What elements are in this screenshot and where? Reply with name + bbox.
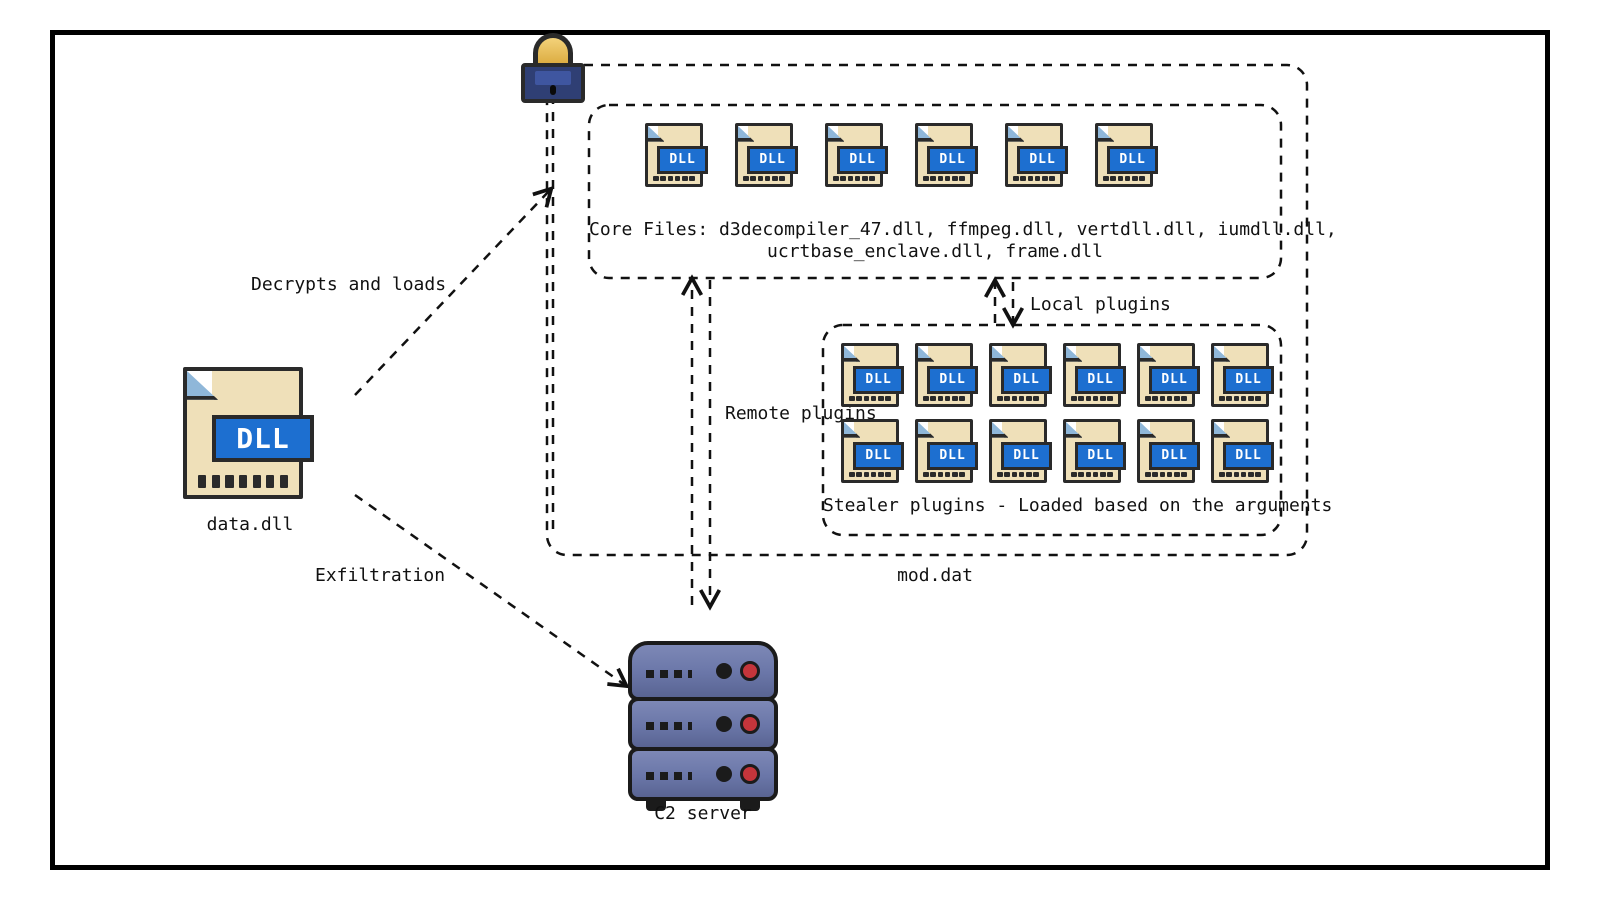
dll-badge: DLL — [927, 146, 978, 174]
dll-badge: DLL — [1223, 442, 1274, 470]
dll-badge: DLL — [1149, 442, 1200, 470]
padlock-icon — [521, 33, 585, 105]
edge-local-plugins-label: Local plugins — [1030, 294, 1171, 315]
dll-badge: DLL — [837, 146, 888, 174]
core-files-row: DLLDLLDLLDLLDLLDLL — [645, 123, 1153, 187]
dll-file-icon: DLL — [1095, 123, 1153, 187]
dll-file-icon: DLL — [1063, 343, 1121, 407]
dll-file-icon: DLL — [989, 343, 1047, 407]
dll-file-icon: DLL — [1063, 419, 1121, 483]
dll-badge: DLL — [1017, 146, 1068, 174]
dll-file-icon: DLL — [645, 123, 703, 187]
dll-badge: DLL — [1223, 366, 1274, 394]
dll-badge: DLL — [1001, 442, 1052, 470]
dll-file-icon: DLL — [915, 123, 973, 187]
dll-badge: DLL — [1149, 366, 1200, 394]
dll-file-icon: DLL — [841, 419, 899, 483]
dll-file-icon: DLL — [825, 123, 883, 187]
dll-badge: DLL — [853, 366, 904, 394]
dll-badge: DLL — [1001, 366, 1052, 394]
dll-badge: DLL — [657, 146, 708, 174]
dll-file-icon: DLL — [915, 343, 973, 407]
dll-badge: DLL — [1075, 366, 1126, 394]
dll-badge: DLL — [927, 366, 978, 394]
dll-file-icon: DLL — [841, 343, 899, 407]
dll-file-icon: DLL — [1137, 419, 1195, 483]
data-dll-label: data.dll — [185, 514, 315, 535]
stealer-caption: Stealer plugins - Loaded based on the ar… — [823, 495, 1281, 516]
core-files-caption-line1: Core Files: d3decompiler_47.dll, ffmpeg.… — [589, 219, 1281, 240]
core-files-caption-line2: ucrtbase_enclave.dll, frame.dll — [589, 241, 1281, 262]
dll-file-icon: DLL — [915, 419, 973, 483]
c2-server-icon — [628, 645, 778, 809]
data-dll-node: DLL — [183, 367, 303, 499]
dll-file-icon: DLL — [1211, 419, 1269, 483]
dll-badge: DLL — [212, 415, 314, 463]
dll-badge: DLL — [747, 146, 798, 174]
dll-file-icon: DLL — [989, 419, 1047, 483]
diagram-frame: DLL data.dll Decrypts and loads Exfiltra… — [50, 30, 1550, 870]
dll-file-icon: DLL — [1211, 343, 1269, 407]
dll-badge: DLL — [1107, 146, 1158, 174]
dll-badge: DLL — [1075, 442, 1126, 470]
dll-file-icon: DLL — [735, 123, 793, 187]
dll-file-icon: DLL — [183, 367, 303, 499]
dll-file-icon: DLL — [1137, 343, 1195, 407]
mod-dat-label: mod.dat — [845, 565, 1025, 586]
dll-badge: DLL — [927, 442, 978, 470]
stealer-row-1: DLLDLLDLLDLLDLLDLL — [841, 343, 1269, 407]
dll-file-icon: DLL — [1005, 123, 1063, 187]
edge-decrypt-label: Decrypts and loads — [251, 274, 446, 295]
stealer-row-2: DLLDLLDLLDLLDLLDLL — [841, 419, 1269, 483]
edge-exfiltration-label: Exfiltration — [315, 565, 445, 586]
c2-server-label: C2 server — [628, 803, 778, 824]
dll-badge: DLL — [853, 442, 904, 470]
